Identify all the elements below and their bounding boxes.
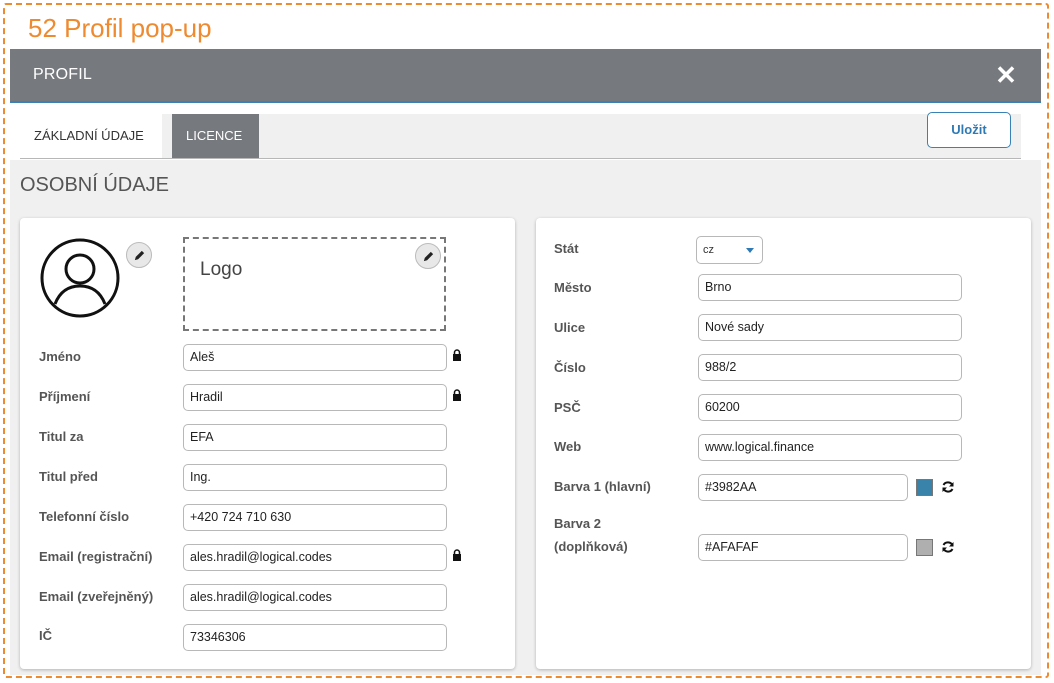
- title-after-label: Titul za: [39, 429, 84, 444]
- logo-upload-area[interactable]: Logo: [183, 237, 446, 331]
- color1-swatch[interactable]: [916, 479, 933, 496]
- web-field[interactable]: www.logical.finance: [698, 434, 962, 461]
- modal-body: ZÁKLADNÍ ÚDAJE LICENCE Uložit OSOBNÍ ÚDA…: [10, 104, 1041, 675]
- zip-label: PSČ: [554, 400, 581, 415]
- chevron-down-icon: [746, 248, 754, 253]
- close-icon[interactable]: ✕: [993, 61, 1019, 89]
- title-before-label: Titul před: [39, 469, 98, 484]
- refresh-icon[interactable]: [941, 540, 955, 554]
- title-after-field[interactable]: EFA: [183, 424, 447, 451]
- phone-label: Telefonní číslo: [39, 509, 130, 524]
- annotation-label: 52 Profil pop-up: [28, 13, 212, 43]
- pencil-icon: [134, 250, 145, 261]
- email-public-label: Email (zveřejněný): [39, 589, 154, 604]
- street-label: Ulice: [554, 320, 586, 335]
- color1-label: Barva 1 (hlavní): [554, 479, 651, 494]
- country-value: cz: [703, 244, 714, 256]
- email-public-field[interactable]: ales.hradil@logical.codes: [183, 584, 447, 611]
- section-title: OSOBNÍ ÚDAJE: [20, 174, 169, 196]
- phone-field[interactable]: +420 724 710 630: [183, 504, 447, 531]
- city-field[interactable]: Brno: [698, 274, 962, 301]
- pencil-icon: [423, 251, 434, 262]
- house-number-label: Číslo: [554, 360, 586, 375]
- first-name-label: Jméno: [39, 349, 81, 364]
- company-id-field[interactable]: 73346306: [183, 624, 447, 651]
- color2-swatch[interactable]: [916, 539, 933, 556]
- company-id-label: IČ: [39, 628, 52, 643]
- avatar-edit-button[interactable]: [126, 242, 152, 268]
- user-avatar-icon: [40, 238, 120, 318]
- lock-icon: [453, 389, 461, 401]
- country-label: Stát: [554, 241, 579, 256]
- address-card: Stát cz Město Brno Ulice Nové sady Číslo…: [536, 218, 1031, 669]
- tab-basic-info[interactable]: ZÁKLADNÍ ÚDAJE: [20, 114, 162, 158]
- email-registration-label: Email (registrační): [39, 549, 153, 564]
- logo-label: Logo: [200, 259, 243, 280]
- section-area: OSOBNÍ ÚDAJE Logo Jméno Aleš Příjmení Hr…: [10, 160, 1041, 675]
- color2-field[interactable]: #AFAFAF: [698, 534, 908, 561]
- color2-label-line2: (doplňková): [554, 539, 628, 554]
- email-registration-field[interactable]: ales.hradil@logical.codes: [183, 544, 447, 571]
- logo-edit-button[interactable]: [415, 243, 441, 269]
- lock-icon: [453, 349, 461, 361]
- color2-label-line1: Barva 2: [554, 516, 601, 531]
- modal-title: PROFIL: [33, 66, 92, 83]
- zip-field[interactable]: 60200: [698, 394, 962, 421]
- lock-icon: [453, 549, 461, 561]
- street-field[interactable]: Nové sady: [698, 314, 962, 341]
- modal-header: PROFIL ✕: [10, 49, 1041, 103]
- house-number-field[interactable]: 988/2: [698, 354, 962, 381]
- tabs-bar: ZÁKLADNÍ ÚDAJE LICENCE: [20, 114, 1021, 159]
- color1-field[interactable]: #3982AA: [698, 474, 908, 501]
- last-name-field[interactable]: Hradil: [183, 384, 447, 411]
- last-name-label: Příjmení: [39, 389, 91, 404]
- save-button[interactable]: Uložit: [927, 112, 1011, 148]
- country-select[interactable]: cz: [696, 236, 763, 264]
- first-name-field[interactable]: Aleš: [183, 344, 447, 371]
- tab-licence[interactable]: LICENCE: [172, 114, 259, 158]
- refresh-icon[interactable]: [941, 480, 955, 494]
- personal-card: Logo Jméno Aleš Příjmení Hradil Titul za…: [20, 218, 515, 669]
- web-label: Web: [554, 439, 582, 454]
- city-label: Město: [554, 280, 592, 295]
- title-before-field[interactable]: Ing.: [183, 464, 447, 491]
